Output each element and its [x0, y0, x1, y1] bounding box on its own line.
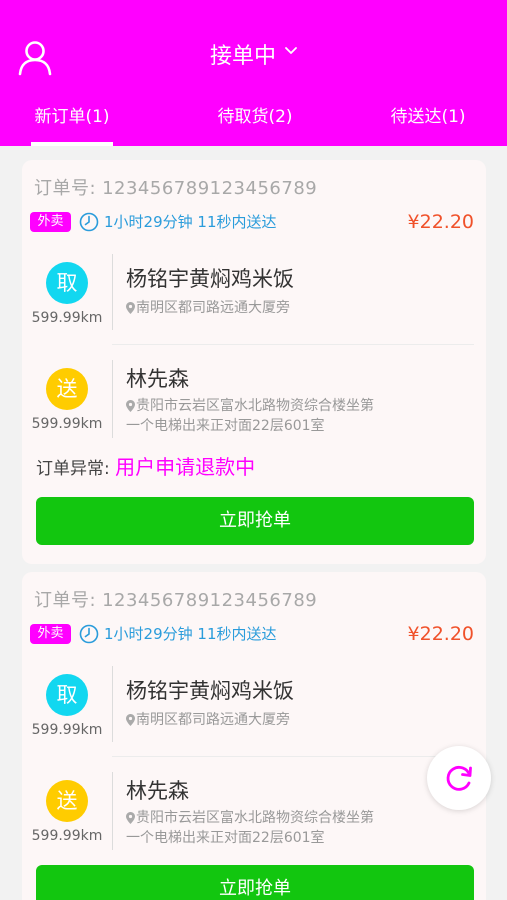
pickup-badge: 取 [46, 674, 88, 716]
customer-address-line1: 贵阳市云岩区富水北路物资综合楼坐第 [136, 398, 374, 414]
app-header: 接单中 新订单(1) 待取货(2) 待送达(1) [0, 0, 507, 146]
order-meta: 外卖 1小时29分钟 11秒内送达 ¥22.20 [30, 622, 478, 646]
pickup-stop: 取 599.99km 杨铭宇黄焖鸡米饭 南明区都司路远通大厦旁 [22, 248, 486, 338]
takeout-tag: 外卖 [30, 624, 71, 644]
pickup-distance: 599.99km [31, 310, 103, 326]
stop-separator [112, 254, 113, 330]
pickup-stop: 取 599.99km 杨铭宇黄焖鸡米饭 南明区都司路远通大厦旁 [22, 660, 486, 750]
customer-address-line2: 一个电梯出来正对面22层601室 [126, 418, 325, 434]
tab-new-orders[interactable]: 新订单(1) [20, 100, 124, 134]
tab-awaiting-pickup[interactable]: 待取货(2) [200, 100, 310, 134]
takeout-tag: 外卖 [30, 212, 71, 232]
dropoff-distance: 599.99km [31, 828, 103, 844]
customer-name: 林先森 [126, 367, 189, 391]
tab-awaiting-delivery[interactable]: 待送达(1) [376, 100, 480, 134]
order-number: 订单号: 123456789123456789 [34, 176, 317, 202]
chevron-down-icon [285, 47, 297, 54]
shop-address: 南明区都司路远通大厦旁 [136, 712, 290, 728]
divider [112, 344, 474, 345]
stop-separator [112, 772, 113, 850]
dropoff-distance: 599.99km [31, 416, 103, 432]
order-number-value: 123456789123456789 [102, 590, 318, 611]
dropoff-stop: 送 599.99km 林先森 贵阳市云岩区富水北路物资综合楼坐第 一个电梯出来正… [22, 766, 486, 856]
order-card: 订单号: 123456789123456789 外卖 1小时29分钟 11秒内送达… [22, 572, 486, 900]
order-card: 订单号: 123456789123456789 外卖 1小时29分钟 11秒内送达… [22, 160, 486, 564]
order-number-label: 订单号: [34, 178, 97, 199]
clock-icon [79, 212, 99, 232]
shop-name: 杨铭宇黄焖鸡米饭 [126, 267, 294, 291]
grab-order-button[interactable]: 立即抢单 [36, 497, 474, 545]
stop-separator [112, 666, 113, 742]
exception-status: 用户申请退款中 [115, 455, 256, 479]
location-pin-icon [126, 400, 135, 412]
pickup-distance: 599.99km [31, 722, 103, 738]
customer-name: 林先森 [126, 779, 189, 803]
order-price: ¥22.20 [407, 623, 474, 645]
location-pin-icon [126, 812, 135, 824]
divider [112, 756, 474, 757]
shop-name: 杨铭宇黄焖鸡米饭 [126, 679, 294, 703]
active-tab-indicator [31, 142, 113, 146]
dropoff-stop: 送 599.99km 林先森 贵阳市云岩区富水北路物资综合楼坐第 一个电梯出来正… [22, 354, 486, 444]
exception-label: 订单异常: [36, 459, 110, 479]
order-number-value: 123456789123456789 [102, 178, 318, 199]
shop-address: 南明区都司路远通大厦旁 [136, 300, 290, 316]
stop-separator [112, 360, 113, 438]
order-price: ¥22.20 [407, 211, 474, 233]
dropoff-badge: 送 [46, 368, 88, 410]
status-title[interactable]: 接单中 [0, 40, 507, 74]
order-number-label: 订单号: [34, 590, 97, 611]
order-meta: 外卖 1小时29分钟 11秒内送达 ¥22.20 [30, 210, 478, 234]
customer-address-line2: 一个电梯出来正对面22层601室 [126, 830, 325, 846]
location-pin-icon [126, 302, 135, 314]
order-exception: 订单异常: 用户申请退款中 [36, 452, 255, 484]
customer-address-line1: 贵阳市云岩区富水北路物资综合楼坐第 [136, 810, 374, 826]
refresh-icon [446, 765, 472, 791]
order-tabs: 新订单(1) 待取货(2) 待送达(1) [0, 100, 507, 146]
location-pin-icon [126, 714, 135, 726]
dropoff-badge: 送 [46, 780, 88, 822]
clock-icon [79, 624, 99, 644]
refresh-button[interactable] [427, 746, 491, 810]
delivery-time: 1小时29分钟 11秒内送达 [104, 213, 277, 231]
order-number: 订单号: 123456789123456789 [34, 588, 317, 614]
grab-order-button[interactable]: 立即抢单 [36, 865, 474, 900]
status-title-label: 接单中 [209, 44, 276, 69]
pickup-badge: 取 [46, 262, 88, 304]
delivery-time: 1小时29分钟 11秒内送达 [104, 625, 277, 643]
